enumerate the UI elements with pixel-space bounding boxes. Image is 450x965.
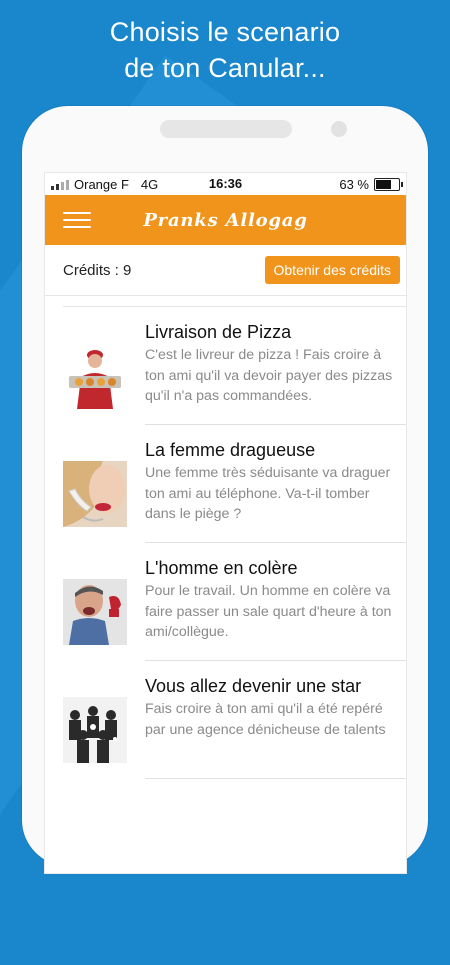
prank-list: Livraison de Pizza C'est le livreur de p… — [45, 307, 406, 779]
prank-title: L'homme en colère — [145, 558, 298, 578]
prank-description: C'est le livreur de pizza ! Fais croire … — [145, 347, 393, 404]
phone-frame: Orange F 4G 16:36 63 % Pranks Allogag Cr… — [22, 106, 428, 874]
get-credits-button[interactable]: Obtenir des crédits — [264, 256, 400, 284]
woman-on-phone-image — [63, 461, 127, 527]
headline-line-1: Choisis le scenario — [109, 17, 341, 47]
credits-count: Crédits : 9 — [63, 261, 132, 279]
phone-camera — [331, 121, 347, 137]
prank-item-seductive-woman[interactable]: La femme dragueuse Une femme très séduis… — [45, 425, 406, 543]
prank-item-pizza[interactable]: Livraison de Pizza C'est le livreur de p… — [45, 307, 406, 425]
phone-speaker — [160, 120, 292, 138]
prank-title: La femme dragueuse — [145, 440, 316, 460]
app-title: Pranks Allogag — [143, 209, 308, 231]
prank-item-angry-man[interactable]: L'homme en colère Pour le travail. Un ho… — [45, 543, 406, 661]
promo-headline: Choisis le scenario de ton Canular... — [0, 14, 450, 86]
star-crowd-image — [63, 697, 127, 763]
prank-description: Fais croire à ton ami qu'il a été repéré… — [145, 701, 386, 738]
headline-line-2: de ton Canular... — [124, 53, 326, 83]
app-screen: Orange F 4G 16:36 63 % Pranks Allogag Cr… — [44, 172, 407, 874]
prank-description: Une femme très séduisante va draguer ton… — [145, 465, 391, 522]
credits-row: Crédits : 9 Obtenir des crédits — [45, 245, 406, 296]
pizza-delivery-man-image — [63, 343, 127, 409]
prank-description: Pour le travail. Un homme en colère va f… — [145, 583, 392, 640]
prank-title: Livraison de Pizza — [145, 322, 292, 342]
angry-man-on-phone-image — [63, 579, 127, 645]
battery-icon — [374, 177, 403, 191]
prank-item-star[interactable]: Vous allez devenir une star Fais croire … — [45, 661, 406, 779]
prank-title: Vous allez devenir une star — [145, 676, 362, 696]
app-bar: Pranks Allogag — [45, 195, 406, 245]
list-divider — [63, 296, 406, 307]
status-time: 16:36 — [208, 176, 243, 191]
status-bar: Orange F 4G 16:36 63 % — [45, 173, 406, 195]
